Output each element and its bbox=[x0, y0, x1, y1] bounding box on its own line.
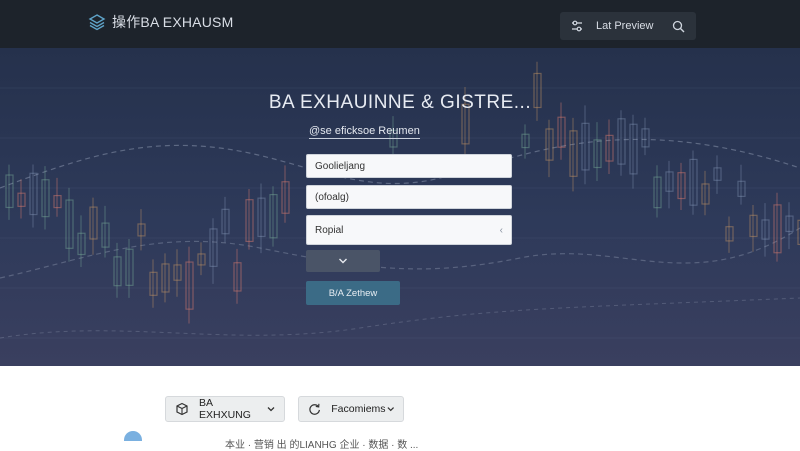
hero-title: BA EXHAUINNE & GISTRE... bbox=[268, 92, 532, 113]
text-input-2-value: (ofoalg) bbox=[315, 191, 349, 203]
chevron-down-icon bbox=[386, 407, 394, 412]
sliders-icon[interactable] bbox=[568, 17, 586, 35]
bottom-section: BA EXHXUNG Facomiems 本业 · 营销 出 的LIANHG 企… bbox=[0, 366, 800, 451]
select-input-value: Ropial bbox=[315, 224, 344, 236]
submit-button[interactable]: B/A Zethew bbox=[306, 281, 400, 305]
chevron-left-icon: ‹ bbox=[499, 224, 503, 236]
preview-label: Lat Preview bbox=[596, 20, 654, 32]
layers-logo-icon bbox=[88, 14, 106, 31]
hero-subtitle[interactable]: @se eficksoe Reumen bbox=[309, 125, 420, 139]
search-icon[interactable] bbox=[668, 16, 688, 36]
refresh-icon bbox=[309, 403, 320, 415]
trend-curve bbox=[0, 297, 800, 339]
top-bar: 操作BA EXHAUSM Lat Preview bbox=[0, 0, 800, 48]
submit-label: B/A Zethew bbox=[328, 287, 378, 299]
hero-section: BA EXHAUINNE & GISTRE... @se eficksoe Re… bbox=[0, 48, 800, 366]
preview-bar[interactable]: Lat Preview bbox=[560, 12, 696, 40]
chevron-down-icon bbox=[339, 258, 347, 264]
cube-icon bbox=[176, 402, 188, 416]
brand[interactable]: 操作BA EXHAUSM bbox=[88, 12, 233, 32]
dropdown-toggle[interactable] bbox=[306, 250, 380, 272]
chip-button-1-label: BA EXHXUNG bbox=[199, 397, 251, 421]
text-input-1-value: Goolieljang bbox=[315, 160, 366, 172]
list-item-text: 本业 · 营销 出 的LIANHG 企业 · 数据 · 数 ... bbox=[225, 440, 419, 451]
brand-name: 操作BA EXHAUSM bbox=[112, 14, 234, 30]
select-input[interactable]: Ropial ‹ bbox=[306, 215, 512, 245]
chevron-down-icon bbox=[267, 407, 275, 412]
text-input-1[interactable]: Goolieljang bbox=[306, 154, 512, 178]
chip-button-2-label: Facomiems bbox=[331, 403, 386, 415]
chip-button-1[interactable]: BA EXHXUNG bbox=[165, 396, 285, 422]
text-input-2[interactable]: (ofoalg) bbox=[306, 185, 512, 209]
chip-button-2[interactable]: Facomiems bbox=[298, 396, 404, 422]
